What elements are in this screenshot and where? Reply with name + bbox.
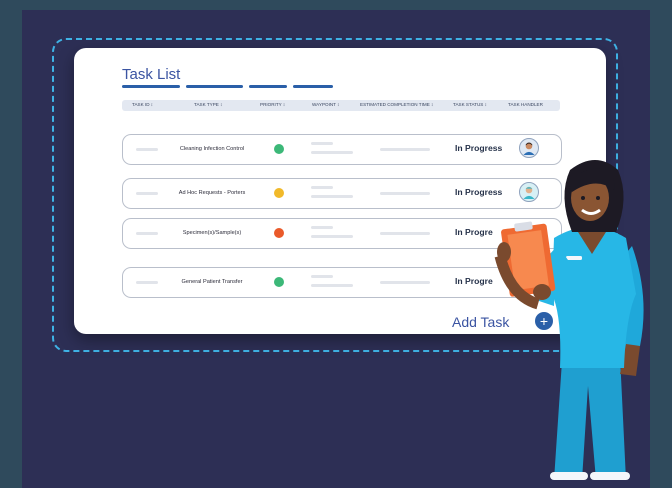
tab-indicator[interactable] [249, 85, 287, 88]
table-header: TASK ID ↕ TASK TYPE ↕ PRIORITY ↕ WAYPOIN… [122, 100, 560, 111]
waypoint-placeholder [311, 235, 353, 238]
column-header-task-status[interactable]: TASK STATUS ↕ [453, 102, 487, 107]
task-id-placeholder [136, 192, 158, 195]
task-type: Cleaning Infection Control [179, 146, 245, 152]
eta-placeholder [380, 148, 430, 151]
waypoint-placeholder [311, 226, 333, 229]
column-header-waypoint[interactable]: WAYPOINT ↕ [312, 102, 339, 107]
eta-placeholder [380, 281, 430, 284]
column-header-task-type[interactable]: TASK TYPE ↕ [194, 102, 222, 107]
priority-dot [274, 228, 284, 238]
priority-dot [274, 188, 284, 198]
task-id-placeholder [136, 281, 158, 284]
priority-dot [274, 277, 284, 287]
task-type: Ad Hoc Requests - Porters [178, 190, 246, 196]
column-header-estimated-completion-time[interactable]: ESTIMATED COMPLETION TIME ↕ [360, 102, 433, 107]
task-id-placeholder [136, 232, 158, 235]
task-type: General Patient Transfer [181, 279, 243, 285]
page-title: Task List [122, 66, 181, 83]
waypoint-placeholder [311, 186, 333, 189]
waypoint-placeholder [311, 195, 353, 198]
waypoint-placeholder [311, 275, 333, 278]
waypoint-placeholder [311, 284, 353, 287]
column-header-priority[interactable]: PRIORITY ↕ [260, 102, 285, 107]
waypoint-placeholder [311, 151, 353, 154]
column-header-task-handler: TASK HANDLER [508, 102, 543, 107]
priority-dot [274, 144, 284, 154]
eta-placeholder [380, 232, 430, 235]
tab-indicator[interactable] [293, 85, 333, 88]
task-id-placeholder [136, 148, 158, 151]
task-type: Specimen(s)/Sample(s) [182, 230, 242, 236]
illustration-stage: Task List TASK ID ↕ TASK TYPE ↕ PRIORITY… [22, 10, 650, 488]
eta-placeholder [380, 192, 430, 195]
waypoint-placeholder [311, 142, 333, 145]
nurse-illustration [494, 160, 644, 480]
column-header-task-id[interactable]: TASK ID ↕ [132, 102, 153, 107]
tab-indicator[interactable] [186, 85, 243, 88]
tab-indicator-active[interactable] [122, 85, 180, 88]
